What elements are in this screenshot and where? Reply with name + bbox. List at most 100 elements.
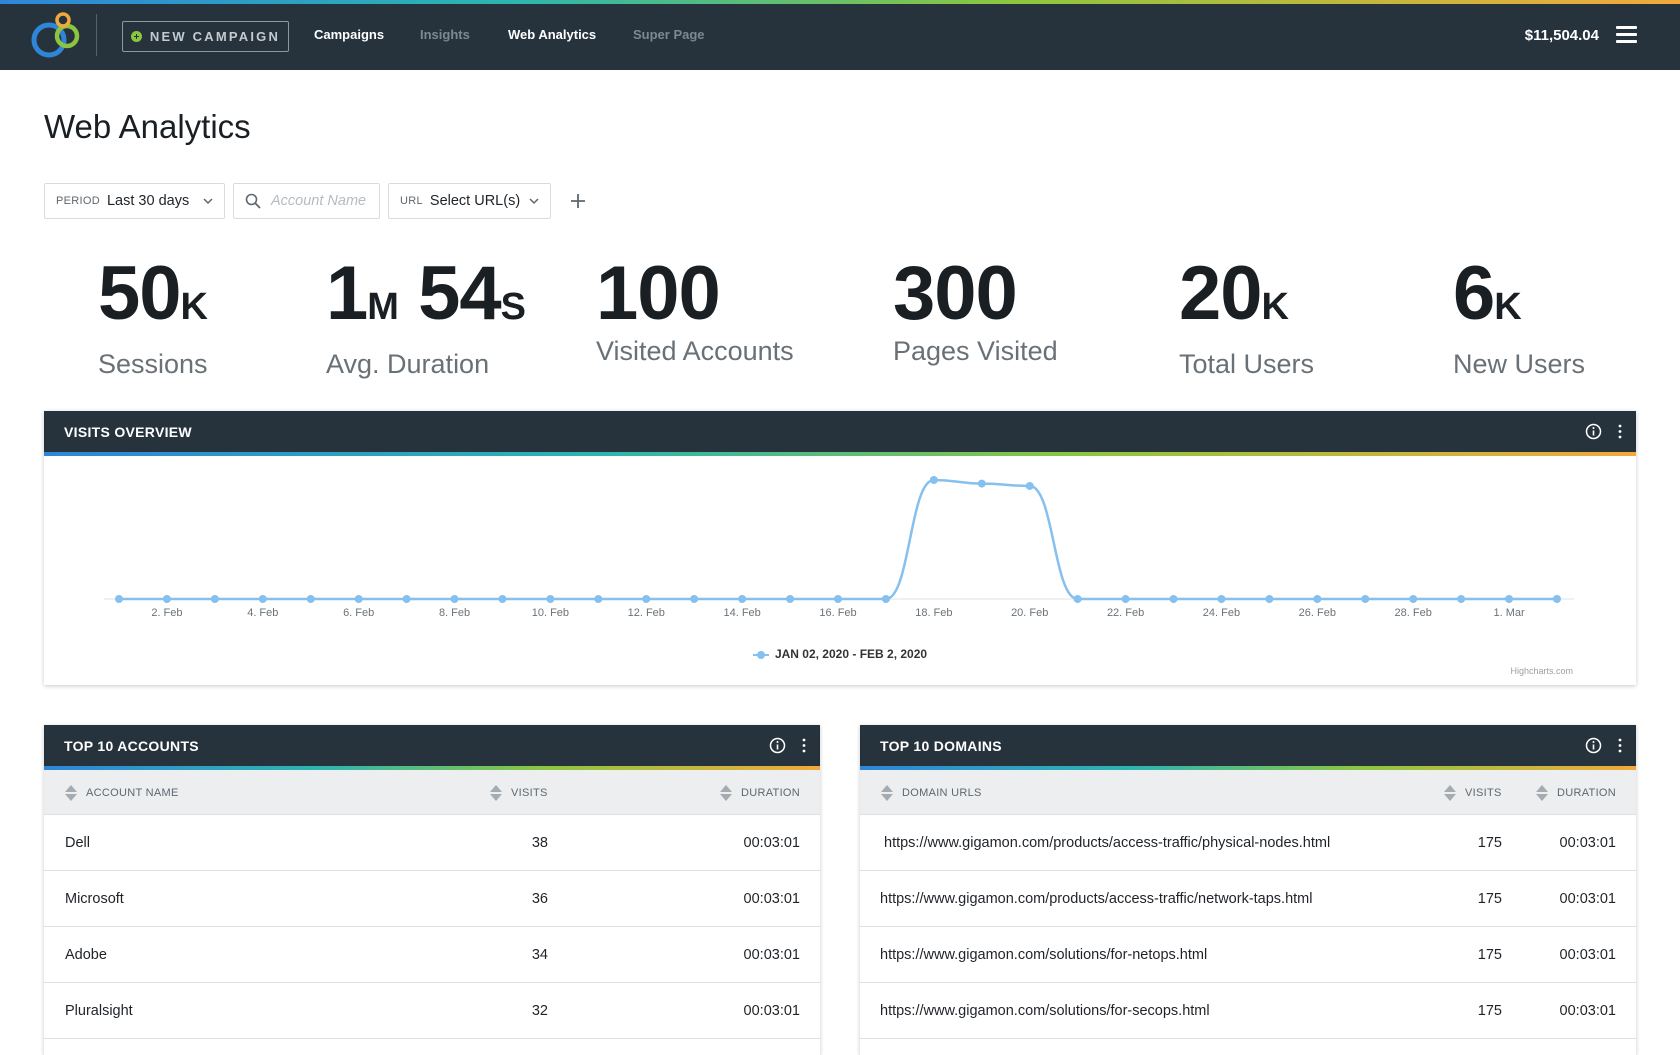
domain-url-cell[interactable]: https://www.gigamon.com/solutions/for-se… [880,983,1210,1038]
visits-cell: 38 [531,834,548,851]
table-header: ACCOUNT NAME VISITS DURATION [44,770,820,815]
column-header-domain-urls[interactable]: DOMAIN URLS [880,770,982,815]
new-campaign-button[interactable]: NEW CAMPAIGN [122,21,289,52]
info-icon[interactable] [1585,737,1602,754]
data-point[interactable] [881,595,890,603]
data-point[interactable] [1025,481,1034,490]
data-point[interactable] [786,595,795,603]
x-tick-label: 1. Mar [1493,607,1525,619]
data-point[interactable] [1073,595,1082,603]
page-title: Web Analytics [44,108,251,145]
data-point[interactable] [546,595,555,603]
nav-link-insights[interactable]: Insights [420,27,470,42]
column-header-visits[interactable]: VISITS [1443,770,1502,815]
brand-logo[interactable] [28,12,84,60]
column-label: DOMAIN URLS [902,786,982,799]
data-point[interactable] [1553,595,1561,603]
nav-link-web-analytics[interactable]: Web Analytics [508,27,596,42]
data-point[interactable] [977,479,986,488]
account-name-input[interactable]: Account Name [271,193,366,209]
kpi-new-users: 6K New Users [1453,252,1585,380]
kpi-unit-seconds: S [500,286,526,328]
data-point[interactable] [402,595,411,603]
visits-cell: 32 [531,1002,548,1019]
domain-url-cell[interactable]: https://www.gigamon.com/products/access-… [884,815,1330,870]
domain-url-cell[interactable]: https://www.gigamon.com/solutions/for-ne… [880,927,1207,982]
data-point[interactable] [1457,595,1466,603]
add-filter-icon[interactable] [569,192,587,210]
x-tick-label: 16. Feb [819,607,856,619]
visits-overview-panel: VISITS OVERVIEW 2. Feb 4. Feb 6. Feb 8. Feb… [44,411,1636,685]
kpi-label: Avg. Duration [326,349,490,379]
chart-legend[interactable]: JAN 02, 2020 - FEB 2, 2020 [44,647,1636,661]
data-point[interactable] [258,595,267,603]
x-tick-label: 6. Feb [343,607,374,619]
visits-line-chart: 2. Feb 4. Feb 6. Feb 8. Feb 10. Feb 12. Feb 14… [104,476,1574,619]
data-point[interactable] [115,595,123,603]
data-point[interactable] [354,595,363,603]
table-row[interactable]: Dell 38 00:03:01 [44,815,820,871]
sort-icon [720,784,732,801]
data-point[interactable] [1505,595,1514,603]
kpi-pages-visited: 300 Pages Visited [893,252,1058,367]
more-vertical-icon[interactable] [1618,737,1622,754]
table-row[interactable]: Adobe 34 00:03:01 [44,927,820,983]
data-point[interactable] [1313,595,1322,603]
table-row[interactable]: https://www.gigamon.com/solutions/for-ne… [860,927,1636,983]
kpi-total-users: 20K Total Users [1179,252,1314,380]
info-icon[interactable] [769,737,786,754]
account-name-cell: Microsoft [65,890,124,907]
column-header-visits[interactable]: VISITS [489,770,548,815]
data-point[interactable] [450,595,459,603]
sort-icon [1536,784,1548,801]
data-point[interactable] [738,595,747,603]
nav-divider [96,14,97,56]
data-point[interactable] [929,476,938,484]
hamburger-menu-icon[interactable] [1616,26,1637,44]
kpi-value: 20 [1179,251,1263,336]
account-name-search[interactable]: Account Name [233,183,380,219]
table-row[interactable]: Microsoft 36 00:03:01 [44,871,820,927]
period-select[interactable]: PERIOD Last 30 days [44,183,225,219]
account-name-cell: Adobe [65,946,107,963]
url-select[interactable]: URL Select URL(s) [388,183,551,219]
table-row[interactable]: https://www.gigamon.com/products/access-… [860,815,1636,871]
column-header-account-name[interactable]: ACCOUNT NAME [64,770,179,815]
column-header-duration[interactable]: DURATION [719,770,800,815]
data-point[interactable] [162,595,171,603]
duration-cell: 00:03:01 [743,834,800,851]
data-point[interactable] [690,595,699,603]
data-point[interactable] [834,595,842,603]
data-point[interactable] [498,595,507,603]
table-row[interactable]: https://www.gigamon.com/products/access-… [860,871,1636,927]
more-vertical-icon[interactable] [802,737,806,754]
visits-cell: 34 [531,946,548,963]
data-point[interactable] [306,595,315,603]
data-point[interactable] [1409,595,1418,603]
data-point[interactable] [1121,595,1130,603]
info-icon[interactable] [1585,423,1602,440]
data-point[interactable] [1361,595,1370,603]
column-label: DURATION [741,786,801,799]
kpi-sessions: 50K Sessions [98,252,208,380]
panel-title: TOP 10 DOMAINS [880,737,1002,754]
panel-header: TOP 10 ACCOUNTS [44,725,820,770]
data-point[interactable] [1265,595,1274,603]
domain-url-cell[interactable]: https://www.gigamon.com/products/access-… [880,871,1312,926]
x-tick-label: 20. Feb [1011,607,1048,619]
data-point[interactable] [594,595,603,603]
column-label: ACCOUNT NAME [86,786,179,799]
table-row[interactable]: Pluralsight 32 00:03:01 [44,983,820,1039]
column-header-duration[interactable]: DURATION [1535,770,1616,815]
nav-link-super-page[interactable]: Super Page [633,27,705,42]
nav-link-campaigns[interactable]: Campaigns [314,27,384,42]
kpi-unit: K [1261,286,1289,328]
highcharts-credit[interactable]: Highcharts.com [1510,666,1573,676]
x-tick-label: 18. Feb [915,607,952,619]
data-point[interactable] [1169,595,1178,603]
data-point[interactable] [642,595,651,603]
data-point[interactable] [1217,595,1226,603]
data-point[interactable] [210,595,219,603]
table-row[interactable]: https://www.gigamon.com/solutions/for-se… [860,983,1636,1039]
more-vertical-icon[interactable] [1618,423,1622,440]
